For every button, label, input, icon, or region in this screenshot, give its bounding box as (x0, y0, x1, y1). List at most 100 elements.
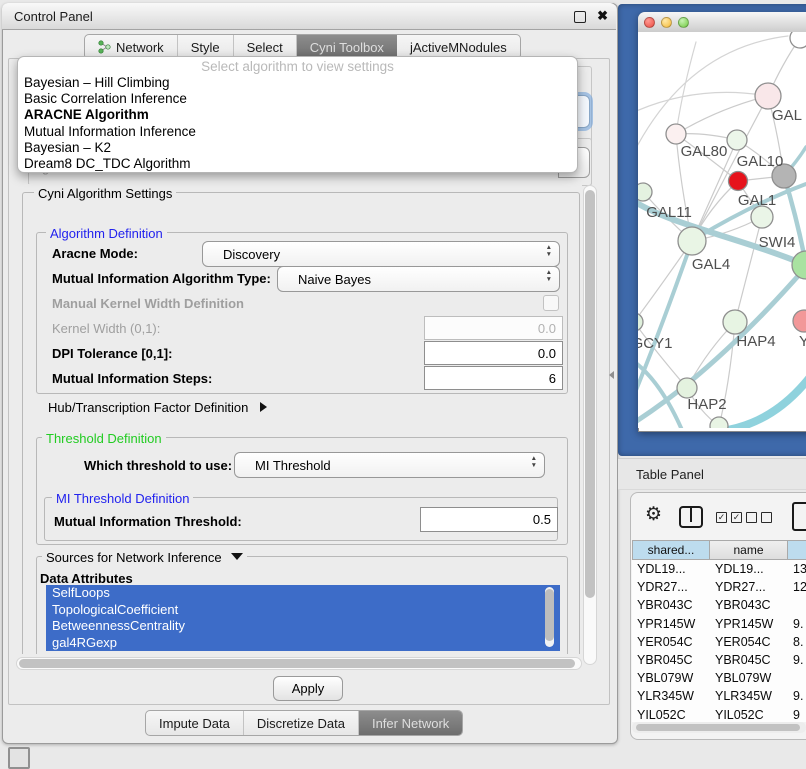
table-body: YDL19...YDL19...13YDR27...YDR27...12YBR0… (632, 560, 806, 722)
table-row[interactable]: YBL079WYBL079W (632, 669, 806, 687)
network-node-label: GAL10 (737, 153, 784, 170)
network-node[interactable] (729, 172, 748, 191)
network-node[interactable] (710, 417, 728, 428)
network-node-hap2[interactable] (677, 378, 697, 398)
table-cell (788, 669, 806, 687)
network-node-label: GAL4 (692, 256, 730, 273)
table-row[interactable]: YER054CYER054C8. (632, 633, 806, 651)
algorithm-option-basic-correlation-inference[interactable]: Basic Correlation Inference (18, 91, 577, 107)
close-icon[interactable]: ✖ (597, 8, 608, 24)
table-cell: YLR345W (710, 687, 788, 705)
network-edge[interactable] (638, 322, 687, 388)
aracne-mode-combo[interactable]: Discovery ▲▼ (202, 241, 560, 267)
network-node-gal10[interactable] (727, 130, 747, 150)
control-panel-title: Control Panel (14, 9, 93, 24)
attribute-item-selfloops[interactable]: SelfLoops (46, 585, 560, 602)
select-all-columns-icon[interactable]: ✓ ✓ (716, 512, 742, 523)
combo-arrows-icon: ▲▼ (531, 456, 537, 469)
network-edge[interactable] (638, 241, 692, 400)
network-edge[interactable] (676, 96, 768, 134)
network-node-y[interactable] (793, 310, 806, 332)
mi-type-combo[interactable]: Naive Bayes ▲▼ (277, 266, 560, 292)
table-cell: YBL079W (632, 669, 710, 687)
attribute-item-topologicalcoefficient[interactable]: TopologicalCoefficient (46, 602, 560, 619)
algorithm-definition-title: Algorithm Definition (46, 226, 167, 241)
table-row[interactable]: YLR345WYLR345W9. (632, 687, 806, 705)
which-threshold-combo[interactable]: MI Threshold ▲▼ (234, 452, 545, 478)
hub-definition-label: Hub/Transcription Factor Definition (48, 400, 248, 415)
mi-threshold-label: Mutual Information Threshold: (54, 514, 242, 529)
algorithm-option-aracne-algorithm[interactable]: ARACNE Algorithm (18, 107, 577, 123)
dpi-tolerance-field[interactable]: 0.0 (424, 341, 563, 365)
table-row[interactable]: YBR043CYBR043C (632, 596, 806, 614)
network-window-titlebar[interactable] (638, 12, 806, 33)
columns-icon[interactable] (679, 506, 703, 528)
table-row[interactable]: YDL19...YDL19...13 (632, 560, 806, 578)
unchecked-box-icon (761, 512, 772, 523)
minimize-traffic-light-icon[interactable] (661, 17, 672, 28)
apply-button[interactable]: Apply (273, 676, 343, 701)
attribute-item-gal4rgexp[interactable]: gal4RGexp (46, 635, 560, 652)
network-node-hap4[interactable] (723, 310, 747, 334)
network-node[interactable] (790, 32, 806, 48)
bottom-tab-impute-data[interactable]: Impute Data (146, 711, 244, 735)
table-row[interactable]: YBR045CYBR045C9. (632, 651, 806, 669)
table-row[interactable]: YIL052CYIL052C9 (632, 706, 806, 723)
network-node-gal80[interactable] (666, 124, 686, 144)
document-icon[interactable] (792, 502, 806, 531)
column-header-shared...[interactable]: shared... (632, 540, 710, 560)
sources-toggle[interactable]: Sources for Network Inference (42, 550, 247, 565)
algorithm-option-bayesian-hill-climbing[interactable]: Bayesian – Hill Climbing (18, 75, 577, 91)
network-node-label: HAP2 (687, 396, 726, 413)
mi-steps-field[interactable]: 6 (424, 366, 563, 390)
algorithm-option-bayesian-k2[interactable]: Bayesian – K2 (18, 140, 577, 156)
column-header-name[interactable]: name (710, 540, 788, 560)
manual-kernel-checkbox[interactable] (543, 295, 559, 311)
table-row[interactable]: YPR145WYPR145W9. (632, 615, 806, 633)
table-horizontal-scrollbar-thumb[interactable] (636, 724, 800, 731)
checked-box-icon: ✓ (731, 512, 742, 523)
attribute-item-betweennesscentrality[interactable]: BetweennessCentrality (46, 618, 560, 635)
network-edge[interactable] (735, 217, 762, 322)
table-cell: 9. (788, 687, 806, 705)
panel-divider-handle[interactable] (609, 371, 614, 379)
hub-definition-toggle[interactable]: Hub/Transcription Factor Definition (48, 400, 267, 415)
unselect-all-columns-icon[interactable] (746, 512, 772, 523)
network-node-gal11[interactable] (638, 183, 652, 201)
network-node-gcy1[interactable] (638, 313, 643, 331)
gear-icon[interactable]: ⚙ (645, 503, 662, 526)
bottom-tab-infer-network[interactable]: Infer Network (359, 711, 462, 735)
mi-threshold-value: 0.5 (533, 512, 551, 527)
algorithm-option-dream8-dc-tdc-algorithm[interactable]: Dream8 DC_TDC Algorithm (18, 156, 577, 172)
close-traffic-light-icon[interactable] (644, 17, 655, 28)
float-window-icon[interactable] (574, 11, 586, 23)
network-edge[interactable] (638, 92, 768, 112)
network-node-label: SWI4 (759, 234, 796, 251)
network-node-gal[interactable] (755, 83, 781, 109)
settings-horizontal-scrollbar-thumb[interactable] (19, 659, 575, 668)
table-cell: YDL19... (632, 560, 710, 578)
network-node-gal4[interactable] (678, 227, 706, 255)
tab-label: Network (116, 40, 164, 55)
network-node-swi4[interactable] (792, 251, 806, 279)
column-header-extra[interactable] (788, 540, 806, 560)
chevron-right-icon (260, 402, 267, 412)
mi-threshold-field[interactable]: 0.5 (420, 507, 558, 532)
kernel-width-field[interactable]: 0.0 (424, 316, 563, 340)
table-cell: 8. (788, 633, 806, 651)
restore-panel-icon[interactable] (8, 747, 30, 769)
table-cell: YBR045C (632, 651, 710, 669)
settings-vertical-scrollbar-thumb[interactable] (585, 190, 595, 598)
network-node-gal1[interactable] (751, 206, 773, 228)
zoom-traffic-light-icon[interactable] (678, 17, 689, 28)
network-edge[interactable] (676, 42, 696, 134)
network-canvas[interactable]: GALGAL80GAL10GAL1GAL11GAL4SWI4GCY1HAP4YH… (638, 32, 806, 428)
bottom-tab-discretize-data[interactable]: Discretize Data (244, 711, 359, 735)
control-panel-titlebar: Control Panel ✖ (2, 3, 616, 30)
algorithm-option-mutual-information-inference[interactable]: Mutual Information Inference (18, 124, 577, 140)
table-row[interactable]: YDR27...YDR27...12 (632, 578, 806, 596)
table-cell (788, 596, 806, 614)
attributes-list-scrollbar[interactable] (545, 587, 554, 647)
node-table: shared...name YDL19...YDL19...13YDR27...… (632, 540, 806, 722)
data-attributes-list[interactable]: SelfLoopsTopologicalCoefficientBetweenne… (46, 585, 560, 651)
